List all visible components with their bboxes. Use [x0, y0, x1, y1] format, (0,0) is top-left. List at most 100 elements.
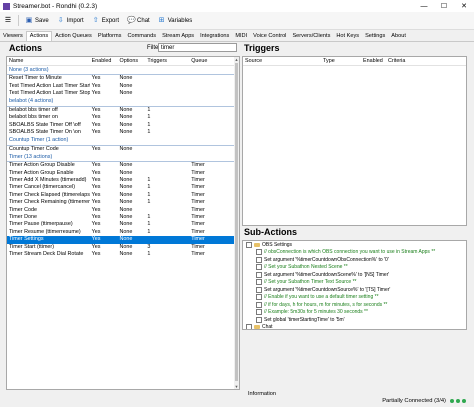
scroll-up-icon[interactable]: ▲ [234, 57, 239, 62]
column-header[interactable]: Enabled [90, 57, 118, 65]
cell-enabled: Yes [91, 128, 101, 135]
subaction-group[interactable]: OBS Settings [243, 241, 466, 249]
cell-options: None [119, 243, 133, 250]
column-header[interactable]: Queue [189, 57, 239, 65]
save-button[interactable]: ▣ Save [21, 14, 53, 28]
minimize-button[interactable]: — [414, 0, 434, 12]
tab-commands[interactable]: Commands [124, 32, 159, 41]
checkbox[interactable] [256, 294, 262, 301]
subaction-group[interactable]: Chat [243, 324, 466, 329]
cell-name: Timer Check Elapsed (ttimerelapsed) [9, 191, 90, 198]
checkbox[interactable] [256, 301, 262, 308]
tab-platforms[interactable]: Platforms [95, 32, 125, 41]
maximize-button[interactable]: ☐ [434, 0, 454, 12]
checkbox[interactable] [256, 309, 262, 316]
checkbox[interactable] [256, 279, 262, 286]
actions-scrollbar[interactable]: ▲ ▼ [234, 57, 239, 389]
action-row[interactable]: Test Timed Action Last Timer Start Yes Non… [7, 83, 239, 90]
action-row[interactable]: Timer Action Group Disable Yes None Timer [7, 162, 239, 169]
column-header[interactable]: Source [243, 57, 321, 65]
subactions-tree[interactable]: OBS Settings// obsConnection is which OB… [242, 240, 467, 330]
subaction-item[interactable]: // obsConnection is which OBS connection… [243, 249, 466, 257]
cell-queue [189, 83, 239, 90]
subaction-item[interactable]: // Example: 5m30s for 5 minutes 30 secon… [243, 309, 466, 317]
checkbox[interactable] [256, 316, 262, 323]
cell-name: Timer Settings [9, 236, 44, 243]
cell-queue [189, 146, 239, 153]
action-row[interactable]: Timer Resume (ttimerresume) Yes None 1 Timer [7, 229, 239, 236]
filter-input[interactable]: timer [158, 43, 237, 52]
export-button[interactable]: ⇧ Export [88, 14, 123, 28]
action-row[interactable]: Timer Check Elapsed (ttimerelapsed) Yes No… [7, 192, 239, 199]
subaction-item[interactable]: Set argument '%timerCountdownScene%' to … [243, 271, 466, 279]
action-row[interactable]: Timer Cancel (ttimercancel) Yes None 1 Timer [7, 184, 239, 191]
tab-action-queues[interactable]: Action Queues [52, 32, 95, 41]
column-header[interactable]: Triggers [145, 57, 189, 65]
checkbox[interactable] [256, 286, 262, 293]
action-row[interactable]: Reset Timer to Minute Yes None [7, 75, 239, 82]
tab-midi[interactable]: MIDI [232, 32, 250, 41]
scroll-thumb[interactable] [235, 63, 238, 381]
tab-servers-clients[interactable]: Servers/Clients [289, 32, 333, 41]
checkbox[interactable] [256, 264, 262, 271]
action-row[interactable]: Timer Pause (ttimerpause) Yes None 1 Timer [7, 221, 239, 228]
triggers-list[interactable]: Source Type Enabled Criteria [242, 56, 467, 226]
tab-viewers[interactable]: Viewers [0, 32, 26, 41]
close-button[interactable]: ✕ [454, 0, 474, 12]
cell-name: Timer Code [9, 206, 37, 213]
action-row[interactable]: SBOALBS State Timer Off \off Yes None 1 [7, 122, 239, 129]
action-row[interactable]: Timer Action Group Enable Yes None Timer [7, 170, 239, 177]
cell-options: None [119, 214, 133, 221]
column-header[interactable]: Criteria [386, 57, 446, 65]
group-header[interactable]: Countup Timer (1 action) [7, 136, 239, 146]
tab-voice-control[interactable]: Voice Control [250, 32, 289, 41]
cell-options: None [119, 121, 133, 128]
action-row[interactable]: Test Timed Action Last Timer Stop Yes None [7, 90, 239, 97]
group-header[interactable]: None (3 actions) [7, 66, 239, 76]
actions-list[interactable]: Name Enabled Options Triggers Queue None (3 … [6, 56, 240, 390]
tab-actions[interactable]: Actions [25, 31, 53, 41]
cell-options: None [119, 169, 133, 176]
column-header[interactable]: Name [7, 57, 90, 65]
import-button[interactable]: ⇩ Import [53, 14, 88, 28]
column-header[interactable]: Options [118, 57, 146, 65]
tab-about[interactable]: About [388, 32, 409, 41]
action-row[interactable]: Timer Code Yes None Timer [7, 207, 239, 214]
chat-button[interactable]: 💬 Chat [123, 14, 154, 28]
action-row[interactable]: Timer Start (ttimer) Yes None 3 Timer [7, 244, 239, 251]
action-row[interactable]: Timer Check Remaining (ttimerremain...Ye… [7, 199, 239, 206]
column-header[interactable]: Type [321, 57, 361, 65]
cell-queue: Timer [191, 184, 205, 191]
subaction-item[interactable]: // if for days, h for hours, m for minut… [243, 301, 466, 309]
connection-indicator-icon [450, 399, 470, 404]
action-row[interactable]: belabot bbs timer on Yes None 1 [7, 114, 239, 121]
tab-hot-keys[interactable]: Hot Keys [333, 32, 362, 41]
action-row[interactable]: Timer Settings Yes None Timer [7, 236, 239, 244]
subaction-item[interactable]: // Set your Subathon Nested Scene ** [243, 264, 466, 272]
checkbox[interactable] [256, 249, 262, 256]
checkbox[interactable] [246, 324, 252, 329]
variables-button[interactable]: ⊞ Variables [154, 14, 197, 28]
checkbox[interactable] [256, 256, 262, 263]
action-row[interactable]: Timer Stream Deck Dial Rotate Yes None 1 Tim… [7, 251, 239, 258]
tab-stream-apps[interactable]: Stream Apps [159, 32, 197, 41]
group-header[interactable]: belabot (4 actions) [7, 97, 239, 107]
subaction-item[interactable]: Set global 'timerStartingTime' to '5m' [243, 316, 466, 324]
action-row[interactable]: Timer Done Yes None 1 Timer [7, 214, 239, 221]
subaction-item[interactable]: // Set your Subathon Timer Text Source *… [243, 279, 466, 287]
column-header[interactable]: Enabled [361, 57, 386, 65]
tab-integrations[interactable]: Integrations [197, 32, 232, 41]
group-header[interactable]: Timer (13 actions) [7, 153, 239, 163]
action-row[interactable]: Timer Add X Minutes (ttimeradd) Yes None 1 T… [7, 177, 239, 184]
action-row[interactable]: SBOALBS State Timer On \on Yes None 1 [7, 129, 239, 136]
tab-settings[interactable]: Settings [362, 32, 388, 41]
subaction-item[interactable]: Set argument '%timerCountdownSource%' to… [243, 286, 466, 294]
menu-button[interactable]: ☰ [0, 14, 16, 28]
checkbox[interactable] [256, 271, 262, 278]
checkbox[interactable] [246, 241, 252, 248]
subaction-item[interactable]: // Enable if you want to use a default t… [243, 294, 466, 302]
scroll-down-icon[interactable]: ▼ [234, 384, 239, 389]
action-row[interactable]: belabot bbs timer off Yes None 1 [7, 107, 239, 114]
action-row[interactable]: Countup Timer Code Yes None [7, 146, 239, 153]
subaction-item[interactable]: Set argument '%timerCountdownObsConnecti… [243, 256, 466, 264]
